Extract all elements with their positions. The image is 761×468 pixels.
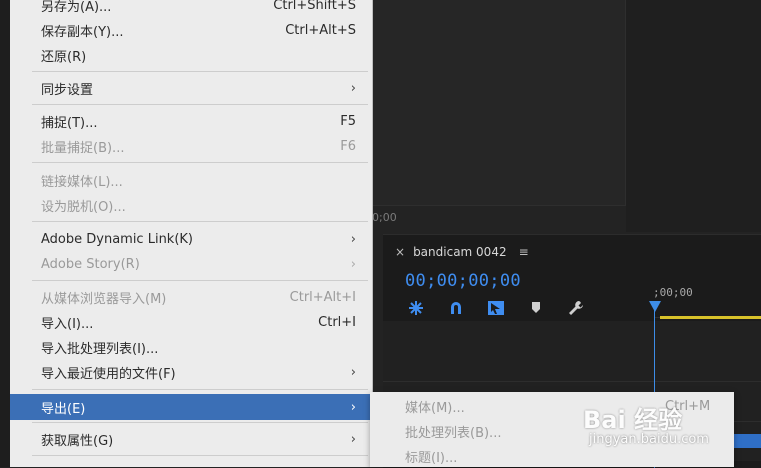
- file-menu: 另存为(A)... Ctrl+Shift+S 保存副本(Y)... Ctrl+A…: [10, 0, 373, 467]
- chevron-right-icon: ›: [350, 399, 356, 415]
- chevron-right-icon: ›: [350, 80, 356, 96]
- clip[interactable]: [733, 434, 761, 448]
- menu-separator: [32, 280, 368, 281]
- menu-item-capture[interactable]: 捕捉(T)... F5: [10, 109, 370, 133]
- add-marker-icon[interactable]: [527, 299, 545, 317]
- menu-separator: [32, 162, 368, 163]
- linked-selection-icon[interactable]: [487, 299, 505, 317]
- wrench-icon[interactable]: [567, 299, 585, 317]
- menu-item-import-recent[interactable]: 导入最近使用的文件(F) ›: [10, 360, 370, 384]
- menu-separator: [32, 104, 368, 105]
- playhead-timecode[interactable]: 00;00;00;00: [405, 271, 521, 291]
- work-area-bar[interactable]: [660, 316, 761, 319]
- watermark-brand: Bai 经验: [583, 406, 683, 434]
- program-monitor: [372, 0, 626, 206]
- playhead-handle[interactable]: [649, 301, 661, 312]
- nest-sequence-icon[interactable]: [407, 299, 425, 317]
- menu-separator: [32, 389, 368, 390]
- baidu-jingyan-watermark: Bai 经验 jingyan.baidu.com: [583, 398, 733, 458]
- chevron-right-icon: ›: [350, 231, 356, 247]
- menu-separator: [32, 422, 368, 423]
- menu-item-batch-capture[interactable]: 批量捕捉(B)... F6: [10, 134, 370, 158]
- panel-menu-icon[interactable]: ≡: [519, 245, 529, 259]
- ruler-start-time: ;00;00: [653, 286, 693, 299]
- menu-item-import-batch-list[interactable]: 导入批处理列表(I)...: [10, 335, 370, 359]
- submenu-item-title[interactable]: 标题(I)...: [405, 445, 457, 467]
- menu-separator: [32, 71, 368, 72]
- chevron-right-icon: ›: [350, 256, 356, 272]
- menu-separator: [32, 221, 368, 222]
- timeline-toolbar: [407, 299, 585, 317]
- chevron-right-icon: ›: [350, 431, 356, 447]
- menu-item-sync-settings[interactable]: 同步设置 ›: [10, 76, 370, 100]
- left-panel-edge: [0, 0, 10, 467]
- chevron-right-icon: ›: [350, 364, 356, 380]
- submenu-item-media[interactable]: 媒体(M)... Ctrl+M: [405, 395, 710, 417]
- menu-item-import[interactable]: 导入(I)... Ctrl+I: [10, 310, 370, 334]
- menu-item-save-copy[interactable]: 保存副本(Y)... Ctrl+Alt+S: [10, 18, 370, 42]
- source-monitor-edge: [626, 0, 761, 232]
- menu-separator: [32, 455, 368, 456]
- track-divider: [383, 381, 761, 382]
- submenu-item-batch-list[interactable]: 批处理列表(B)...: [405, 420, 501, 442]
- menu-item-make-offline[interactable]: 设为脱机(O)...: [10, 193, 370, 217]
- sequence-tab[interactable]: × bandicam 0042 ≡: [395, 243, 529, 261]
- menu-item-import-from-browser[interactable]: 从媒体浏览器导入(M) Ctrl+Alt+I: [10, 285, 370, 309]
- menu-item-adobe-story[interactable]: Adobe Story(R) ›: [10, 252, 370, 276]
- menu-item-link-media[interactable]: 链接媒体(L)...: [10, 168, 370, 192]
- watermark-url: jingyan.baidu.com: [589, 432, 709, 447]
- menu-item-save-as[interactable]: 另存为(A)... Ctrl+Shift+S: [10, 0, 370, 17]
- menu-item-revert[interactable]: 还原(R): [10, 43, 370, 67]
- menu-item-get-properties[interactable]: 获取属性(G) ›: [10, 427, 370, 451]
- sequence-name: bandicam 0042: [413, 245, 507, 259]
- menu-item-dynamic-link[interactable]: Adobe Dynamic Link(K) ›: [10, 227, 370, 251]
- menu-item-export[interactable]: 导出(E) ›: [10, 394, 370, 420]
- monitor-timecode: 0;00: [372, 211, 397, 224]
- snap-magnet-icon[interactable]: [447, 299, 465, 317]
- close-icon[interactable]: ×: [395, 245, 405, 259]
